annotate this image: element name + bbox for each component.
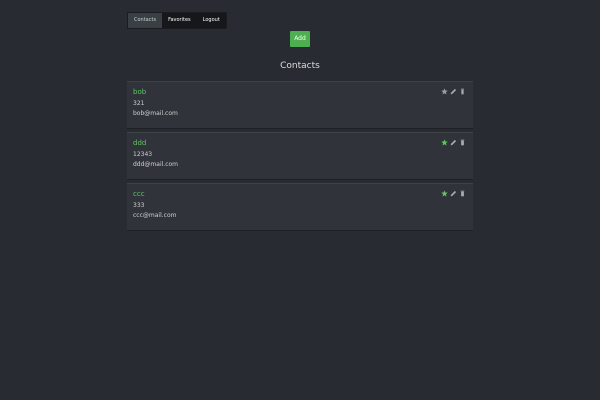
trash-icon[interactable] xyxy=(459,139,466,146)
contact-name: ddd xyxy=(133,139,147,147)
contact-name: bob xyxy=(133,88,147,96)
pencil-icon[interactable] xyxy=(450,88,457,95)
star-icon[interactable] xyxy=(441,88,448,95)
app-page: Contacts Favorites Logout Add Contacts b… xyxy=(0,0,600,400)
contact-card: ccc 333 ccc@mail.com xyxy=(127,183,473,231)
contact-name: ccc xyxy=(133,190,145,198)
contact-phone: 333 xyxy=(133,202,145,209)
page-title: Contacts xyxy=(280,61,320,71)
add-contact-button[interactable]: Add xyxy=(290,31,310,47)
contact-email: ccc@mail.com xyxy=(133,212,177,219)
contact-actions xyxy=(441,190,466,197)
pencil-icon[interactable] xyxy=(450,139,457,146)
contact-actions xyxy=(441,88,466,95)
contact-actions xyxy=(441,139,466,146)
contact-card: bob 321 bob@mail.com xyxy=(127,81,473,129)
contact-card: ddd 12343 ddd@mail.com xyxy=(127,132,473,180)
contact-phone: 12343 xyxy=(133,151,153,158)
top-nav: Contacts Favorites Logout xyxy=(127,12,227,29)
contact-phone: 321 xyxy=(133,100,145,107)
contact-list: bob 321 bob@mail.com ddd 12343 ddd@mail.… xyxy=(127,81,473,234)
star-icon[interactable] xyxy=(441,190,448,197)
nav-favorites-link[interactable]: Favorites xyxy=(162,13,197,28)
contact-email: ddd@mail.com xyxy=(133,161,179,168)
nav-logout-link[interactable]: Logout xyxy=(197,13,226,28)
trash-icon[interactable] xyxy=(459,88,466,95)
nav-contacts-link[interactable]: Contacts xyxy=(128,13,163,28)
pencil-icon[interactable] xyxy=(450,190,457,197)
star-icon[interactable] xyxy=(441,139,448,146)
trash-icon[interactable] xyxy=(459,190,466,197)
contact-email: bob@mail.com xyxy=(133,110,178,117)
